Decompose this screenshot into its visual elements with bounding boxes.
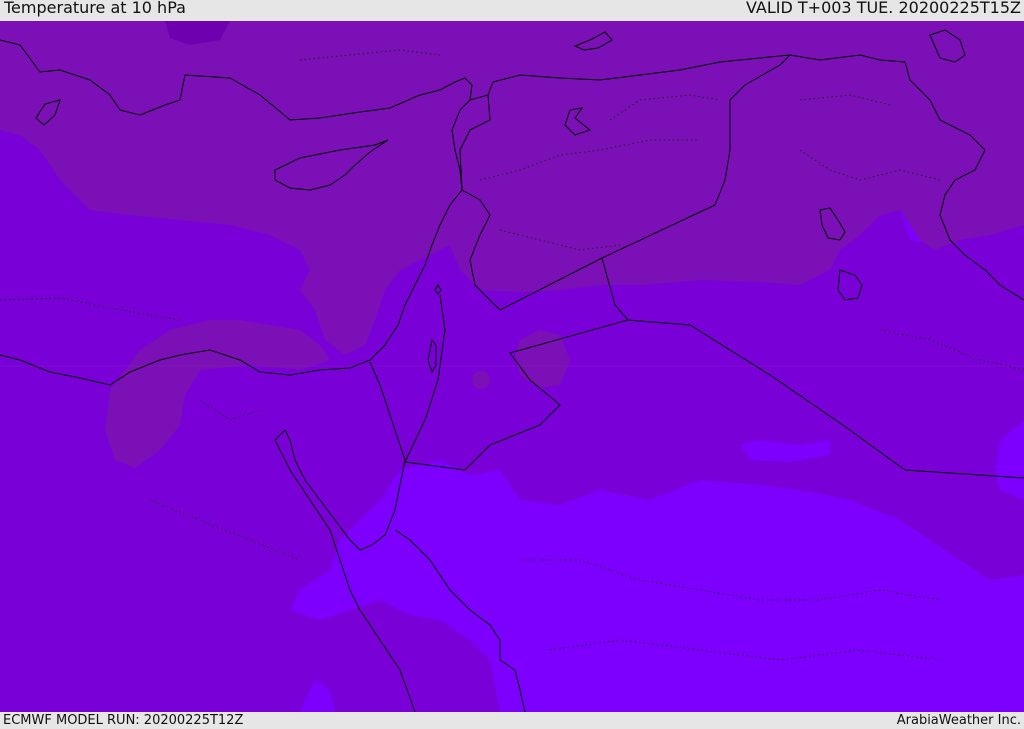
map-canvas[interactable] [0, 21, 1024, 712]
map-viewer: Temperature at 10 hPa VALID T+003 TUE. 2… [0, 0, 1024, 729]
model-run-label: ECMWF MODEL RUN: 20200225T12Z [3, 713, 244, 728]
header-bar: Temperature at 10 hPa VALID T+003 TUE. 2… [0, 0, 1024, 21]
credit-label: ArabiaWeather Inc. [896, 713, 1021, 728]
temperature-patch-warm-dot [472, 371, 490, 389]
map-title: Temperature at 10 hPa [4, 0, 186, 17]
footer-bar: ECMWF MODEL RUN: 20200225T12Z ArabiaWeat… [0, 712, 1024, 729]
valid-time-label: VALID T+003 TUE. 20200225T15Z [745, 0, 1021, 17]
temperature-map [0, 21, 1024, 712]
